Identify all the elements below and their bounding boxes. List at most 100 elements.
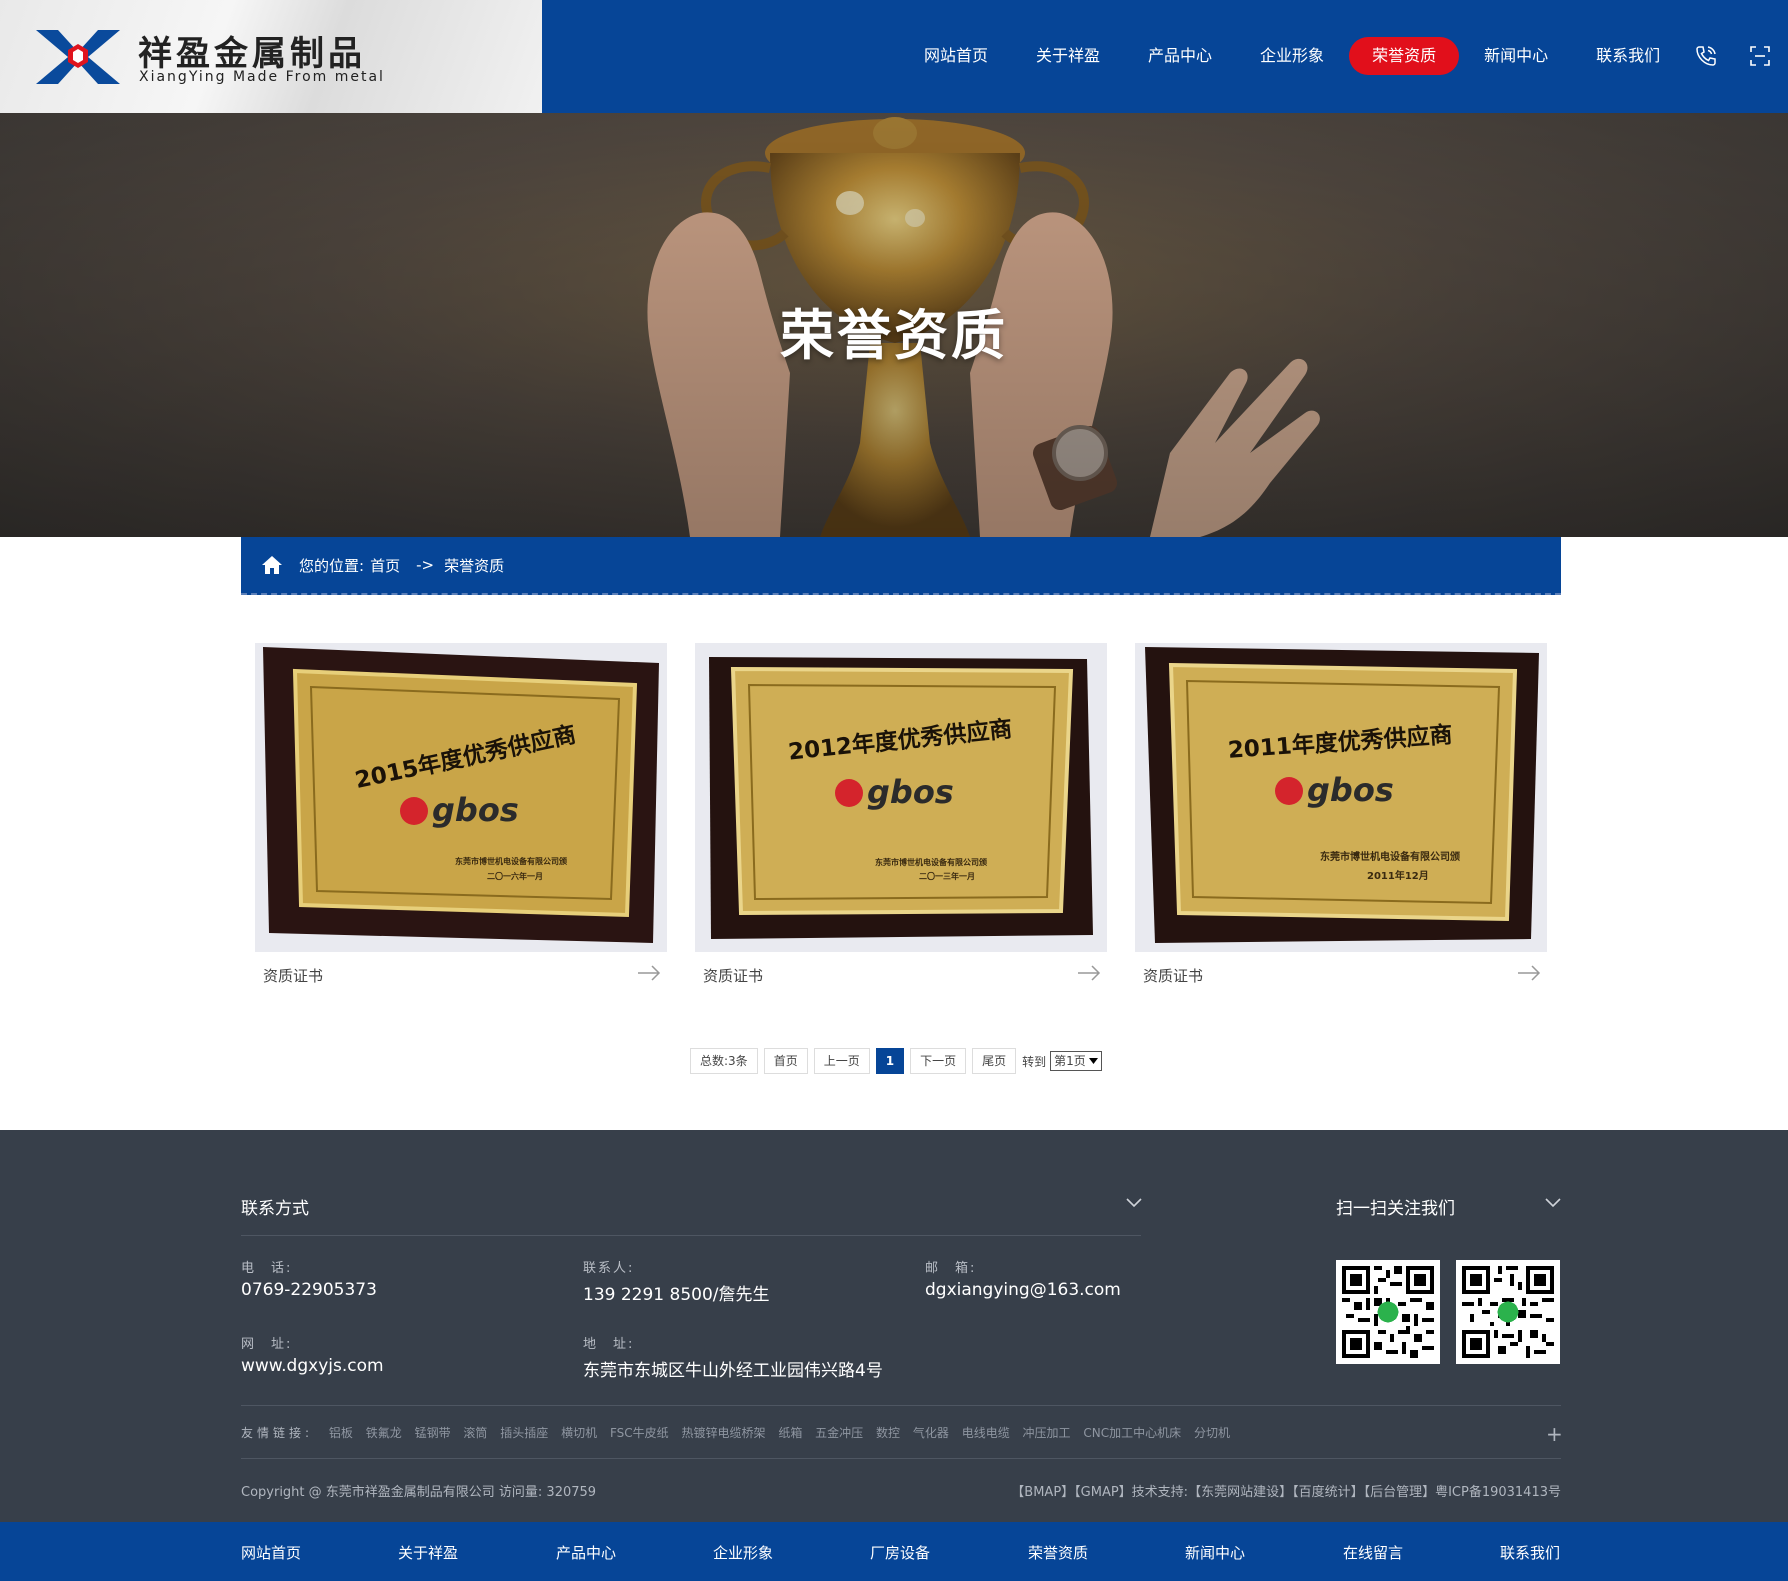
phone-icon[interactable] — [1694, 44, 1718, 68]
pager-first-button[interactable]: 首页 — [763, 1048, 808, 1074]
bottom-nav-honors[interactable]: 荣誉资质 — [1028, 1542, 1088, 1563]
pagination: 总数:3条 首页 上一页 1 下一页 尾页 转到 第1页 — [690, 1048, 1102, 1074]
friend-link[interactable]: 纸箱 — [778, 1426, 802, 1440]
certificate-card[interactable]: 2015年度优秀供应商 gbos 东莞市博世机电设备有限公司颁 二〇一六年一月 … — [255, 643, 667, 993]
nav-item-news[interactable]: 新闻中心 — [1461, 37, 1571, 75]
chevron-down-icon[interactable] — [1126, 1198, 1142, 1208]
certificate-label[interactable]: 资质证书 — [703, 965, 763, 986]
plaque-issuer: 东莞市博世机电设备有限公司颁 — [875, 858, 987, 867]
bottom-nav-news[interactable]: 新闻中心 — [1185, 1542, 1245, 1563]
chevron-down-icon[interactable] — [1545, 1198, 1561, 1208]
friend-link[interactable]: 热镀锌电缆桥架 — [681, 1426, 765, 1440]
phone-value: 0769-22905373 — [241, 1280, 377, 1300]
friend-link[interactable]: 铝板 — [329, 1426, 353, 1440]
nav-item-products[interactable]: 产品中心 — [1125, 37, 1235, 75]
nav-item-home[interactable]: 网站首页 — [901, 37, 1011, 75]
nav-item-about[interactable]: 关于祥盈 — [1013, 37, 1123, 75]
breadcrumb: 您的位置: 首页 -> 荣誉资质 — [241, 537, 1561, 595]
divider — [241, 1235, 1141, 1236]
breadcrumb-prefix: 您的位置: — [299, 556, 365, 575]
arrow-right-icon[interactable] — [637, 965, 661, 981]
friend-link[interactable]: 锰钢带 — [415, 1426, 451, 1440]
certificate-card[interactable]: 2012年度优秀供应商 gbos 东莞市博世机电设备有限公司颁 二〇一三年一月 … — [695, 643, 1107, 993]
plaque-brand: gbos — [1275, 771, 1394, 809]
friend-link[interactable]: FSC牛皮纸 — [610, 1426, 669, 1440]
certificate-photo[interactable]: 2011年度优秀供应商 gbos 东莞市博世机电设备有限公司颁 2011年12月 — [1135, 643, 1547, 952]
site-header: 祥盈金属制品 XiangYing Made From metal 网站首页 关于… — [0, 0, 1788, 113]
bottom-nav-message[interactable]: 在线留言 — [1343, 1542, 1403, 1563]
expand-links-icon[interactable]: + — [1546, 1422, 1563, 1446]
bottom-nav-about[interactable]: 关于祥盈 — [398, 1542, 458, 1563]
pager-next-button[interactable]: 下一页 — [910, 1048, 967, 1074]
nav-item-contact[interactable]: 联系我们 — [1573, 37, 1683, 75]
certificate-label[interactable]: 资质证书 — [263, 965, 323, 986]
friend-link[interactable]: 插头插座 — [500, 1426, 548, 1440]
pager-page-select[interactable]: 第1页 — [1050, 1051, 1102, 1071]
friend-link[interactable]: 滚筒 — [463, 1426, 487, 1440]
certificate-photo[interactable]: 2015年度优秀供应商 gbos 东莞市博世机电设备有限公司颁 二〇一六年一月 — [255, 643, 667, 952]
qr-code-2 — [1456, 1260, 1560, 1364]
plaque-date: 2011年12月 — [1367, 871, 1429, 882]
friend-link[interactable]: 数控 — [876, 1426, 900, 1440]
pager-prev-button[interactable]: 上一页 — [813, 1048, 870, 1074]
website-label: 网 址: — [241, 1337, 293, 1352]
friend-links-title: 友情链接: — [241, 1426, 314, 1440]
address-value: 东莞市东城区牛山外经工业园伟兴路4号 — [583, 1361, 883, 1381]
plaque-date: 二〇一三年一月 — [919, 872, 975, 881]
bottom-nav-image[interactable]: 企业形象 — [713, 1542, 773, 1563]
gbos-logo-icon — [1275, 777, 1303, 805]
friend-link[interactable]: 铁氟龙 — [366, 1426, 402, 1440]
logo[interactable]: 祥盈金属制品 XiangYing Made From metal — [0, 0, 542, 113]
chevron-down-icon — [1088, 1058, 1098, 1064]
pager-current-page[interactable]: 1 — [875, 1048, 905, 1074]
friend-link[interactable]: 横切机 — [561, 1426, 597, 1440]
plaque-date: 二〇一六年一月 — [487, 872, 543, 881]
bottom-nav-products[interactable]: 产品中心 — [556, 1542, 616, 1563]
banner-title: 荣誉资质 — [780, 304, 1008, 367]
breadcrumb-home-link[interactable]: 首页 — [370, 555, 400, 576]
pager-goto-label: 转到 — [1022, 1054, 1047, 1069]
pager-total: 总数:3条 — [690, 1048, 758, 1074]
bottom-nav-home[interactable]: 网站首页 — [241, 1542, 301, 1563]
certificate-card[interactable]: 2011年度优秀供应商 gbos 东莞市博世机电设备有限公司颁 2011年12月… — [1135, 643, 1547, 993]
friend-link[interactable]: CNC加工中心机床 — [1083, 1426, 1181, 1440]
logo-name-cn: 祥盈金属制品 — [138, 34, 366, 74]
website-value[interactable]: www.dgxyjs.com — [241, 1356, 384, 1376]
friend-link[interactable]: 冲压加工 — [1023, 1426, 1071, 1440]
home-icon — [262, 556, 282, 574]
phone-label: 电 话: — [241, 1261, 293, 1276]
nav-item-image[interactable]: 企业形象 — [1237, 37, 1347, 75]
certificate-photo[interactable]: 2012年度优秀供应商 gbos 东莞市博世机电设备有限公司颁 二〇一三年一月 — [695, 643, 1107, 952]
plaque-brand: gbos — [835, 773, 954, 811]
certificate-label[interactable]: 资质证书 — [1143, 965, 1203, 986]
gbos-logo-icon — [835, 779, 863, 807]
friend-link[interactable]: 电线电缆 — [962, 1426, 1010, 1440]
pager-last-button[interactable]: 尾页 — [972, 1048, 1017, 1074]
main-nav: 网站首页 关于祥盈 产品中心 企业形象 荣誉资质 新闻中心 联系我们 — [900, 36, 1684, 76]
qr-code-1 — [1336, 1260, 1440, 1364]
site-footer: 联系方式 扫一扫关注我们 电 话: 0769-22905373 联系人: 139… — [0, 1130, 1788, 1522]
friend-link[interactable]: 五金冲压 — [815, 1426, 863, 1440]
bottom-nav: 网站首页 关于祥盈 产品中心 企业形象 厂房设备 荣誉资质 新闻中心 在线留言 … — [0, 1522, 1788, 1581]
divider — [241, 1405, 1561, 1406]
divider — [241, 1458, 1561, 1459]
arrow-right-icon[interactable] — [1077, 965, 1101, 981]
friend-link[interactable]: 分切机 — [1194, 1426, 1230, 1440]
fullscreen-icon[interactable] — [1748, 44, 1772, 68]
breadcrumb-separator: -> — [416, 556, 435, 574]
address-label: 地 址: — [583, 1337, 635, 1352]
nav-item-honors[interactable]: 荣誉资质 — [1349, 37, 1460, 75]
contact-heading: 联系方式 — [241, 1199, 309, 1219]
bottom-nav-contact[interactable]: 联系我们 — [1500, 1542, 1560, 1563]
contact-person-label: 联系人: — [583, 1261, 635, 1276]
bottom-nav-factory[interactable]: 厂房设备 — [870, 1542, 930, 1563]
plaque-issuer: 东莞市博世机电设备有限公司颁 — [455, 857, 567, 866]
email-value[interactable]: dgxiangying@163.com — [925, 1280, 1121, 1300]
footer-right-links[interactable]: 【BMAP】【GMAP】技术支持:【东莞网站建设】【百度统计】【后台管理】粤IC… — [1011, 1481, 1561, 1500]
arrow-right-icon[interactable] — [1517, 965, 1541, 981]
friend-link[interactable]: 气化器 — [913, 1426, 949, 1440]
logo-name-en: XiangYing Made From metal — [139, 69, 385, 85]
plaque-issuer: 东莞市博世机电设备有限公司颁 — [1320, 852, 1460, 863]
breadcrumb-current: 荣誉资质 — [444, 556, 505, 575]
page-banner: 荣誉资质 — [0, 113, 1788, 537]
